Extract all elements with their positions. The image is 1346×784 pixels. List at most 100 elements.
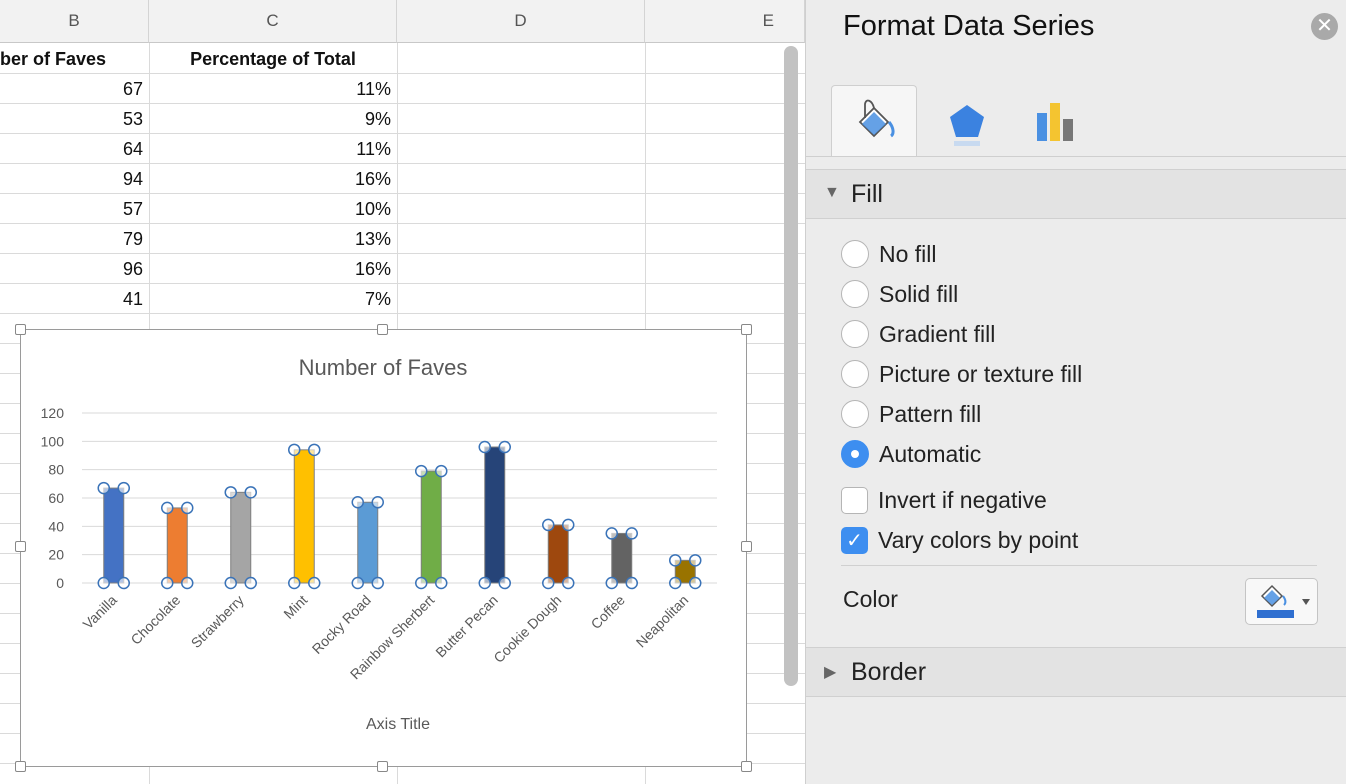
x-tick-label: Neapolitan: [633, 592, 692, 651]
resize-handle-top[interactable]: [377, 324, 388, 335]
radio-button[interactable]: [841, 280, 869, 308]
selection-handle: [605, 527, 618, 540]
cell-b8[interactable]: 96: [0, 254, 149, 284]
radio-button[interactable]: [841, 240, 869, 268]
y-tick-label: 20: [48, 547, 64, 563]
cell-b7[interactable]: 79: [0, 224, 149, 254]
column-header-e[interactable]: E: [645, 0, 805, 43]
cell-c1[interactable]: Percentage of Total: [149, 44, 397, 74]
fill-option-4[interactable]: Pattern fill: [841, 396, 981, 432]
resize-handle-bottom-left[interactable]: [15, 761, 26, 772]
x-tick-label: Strawberry: [188, 592, 247, 651]
vertical-scrollbar[interactable]: [784, 46, 798, 686]
border-section-label: Border: [851, 658, 927, 686]
series-options-tab[interactable]: [1016, 85, 1102, 157]
fill-line-tab[interactable]: [831, 85, 917, 157]
fill-option-1[interactable]: Solid fill: [841, 276, 958, 312]
radio-button[interactable]: [841, 360, 869, 388]
resize-handle-right[interactable]: [741, 541, 752, 552]
cell-b2[interactable]: 67: [0, 74, 149, 104]
bar[interactable]: [103, 487, 125, 584]
close-icon[interactable]: ✕: [1311, 13, 1338, 40]
bar[interactable]: [484, 446, 506, 584]
radio-button[interactable]: [841, 320, 869, 348]
paint-bucket-icon: [858, 99, 895, 138]
resize-handle-left[interactable]: [15, 541, 26, 552]
cell-c6[interactable]: 10%: [149, 194, 397, 224]
fill-section-label: Fill: [851, 180, 883, 208]
cell-b1[interactable]: ber of Faves: [0, 44, 109, 74]
chart-plot[interactable]: Number of Faves 0 20 40 60 80 100 120 Vanilla Cho…: [20, 329, 747, 767]
cell-c4[interactable]: 11%: [149, 134, 397, 164]
vary-colors-checkbox[interactable]: ✓ Vary colors by point: [841, 522, 1078, 558]
bar[interactable]: [230, 491, 252, 584]
selection-handle: [415, 576, 428, 590]
embedded-chart[interactable]: Number of Faves 0 20 40 60 80 100 120 Vanilla Cho…: [15, 324, 752, 772]
triangle-right-icon: ▶: [824, 664, 837, 681]
cell-b5[interactable]: 94: [0, 164, 149, 194]
selection-handle: [244, 576, 257, 590]
bar[interactable]: [420, 470, 442, 584]
cell-c7[interactable]: 13%: [149, 224, 397, 254]
column-header-d[interactable]: D: [397, 0, 645, 43]
fill-section-header[interactable]: ▼ Fill: [806, 169, 1346, 219]
radio-button[interactable]: [841, 440, 869, 468]
fill-option-3[interactable]: Picture or texture fill: [841, 356, 1082, 392]
column-header-label: E: [762, 11, 774, 30]
selection-handle: [308, 576, 321, 590]
cell-b9[interactable]: 41: [0, 284, 149, 314]
selection-handle: [498, 440, 511, 454]
bar[interactable]: [357, 501, 379, 584]
pentagon-icon: [950, 105, 984, 146]
y-tick-label: 100: [41, 433, 65, 449]
fill-option-0[interactable]: No fill: [841, 236, 937, 272]
paint-bucket-icon: [1257, 584, 1310, 618]
cell-c8[interactable]: 16%: [149, 254, 397, 284]
effects-tab[interactable]: [924, 85, 1010, 157]
fill-option-label: Gradient fill: [879, 320, 996, 347]
cell-c9[interactable]: 7%: [149, 284, 397, 314]
color-picker-button[interactable]: [1245, 578, 1318, 625]
selection-handle: [435, 576, 448, 590]
selection-handle: [498, 576, 511, 590]
cell-c3[interactable]: 9%: [149, 104, 397, 134]
invert-if-negative-checkbox[interactable]: Invert if negative: [841, 482, 1047, 518]
column-header-b[interactable]: B: [0, 0, 149, 43]
resize-handle-bottom-right[interactable]: [741, 761, 752, 772]
spreadsheet-grid[interactable]: B C D E ber of Faves Percentage of Total…: [0, 0, 805, 784]
selection-handle: [351, 576, 364, 590]
bar[interactable]: [547, 524, 569, 584]
bar[interactable]: [293, 449, 315, 584]
cell-b4[interactable]: 64: [0, 134, 149, 164]
y-tick-label: 120: [41, 405, 65, 421]
x-tick-label: Rocky Road: [309, 592, 374, 657]
border-section-header[interactable]: ▶ Border: [806, 647, 1346, 697]
bar[interactable]: [611, 532, 633, 584]
bar[interactable]: [166, 507, 188, 584]
y-tick-label: 80: [48, 462, 64, 478]
resize-handle-top-left[interactable]: [15, 324, 26, 335]
fill-option-2[interactable]: Gradient fill: [841, 316, 995, 352]
vary-label: Vary colors by point: [878, 526, 1079, 553]
selection-handle: [478, 576, 491, 590]
selection-handle: [542, 576, 555, 590]
selection-handle: [117, 576, 130, 590]
checkmark-icon[interactable]: ✓: [841, 526, 868, 554]
column-header-c[interactable]: C: [149, 0, 397, 43]
column-header-label: B: [68, 11, 80, 30]
fill-option-5[interactable]: Automatic: [841, 436, 981, 472]
cell-c2[interactable]: 11%: [149, 74, 397, 104]
cell-b6[interactable]: 57: [0, 194, 149, 224]
selection-handle: [117, 481, 130, 495]
selection-handle: [244, 486, 257, 499]
cell-c5[interactable]: 16%: [149, 164, 397, 194]
selection-handle: [562, 518, 575, 532]
radio-button[interactable]: [841, 400, 869, 428]
checkbox-box[interactable]: [841, 486, 868, 514]
y-tick-label: 0: [56, 575, 64, 591]
cell-b3[interactable]: 53: [0, 104, 149, 134]
resize-handle-bottom[interactable]: [377, 761, 388, 772]
selection-handle: [288, 576, 301, 590]
resize-handle-top-right[interactable]: [741, 324, 752, 335]
column-header-label: D: [514, 11, 527, 30]
